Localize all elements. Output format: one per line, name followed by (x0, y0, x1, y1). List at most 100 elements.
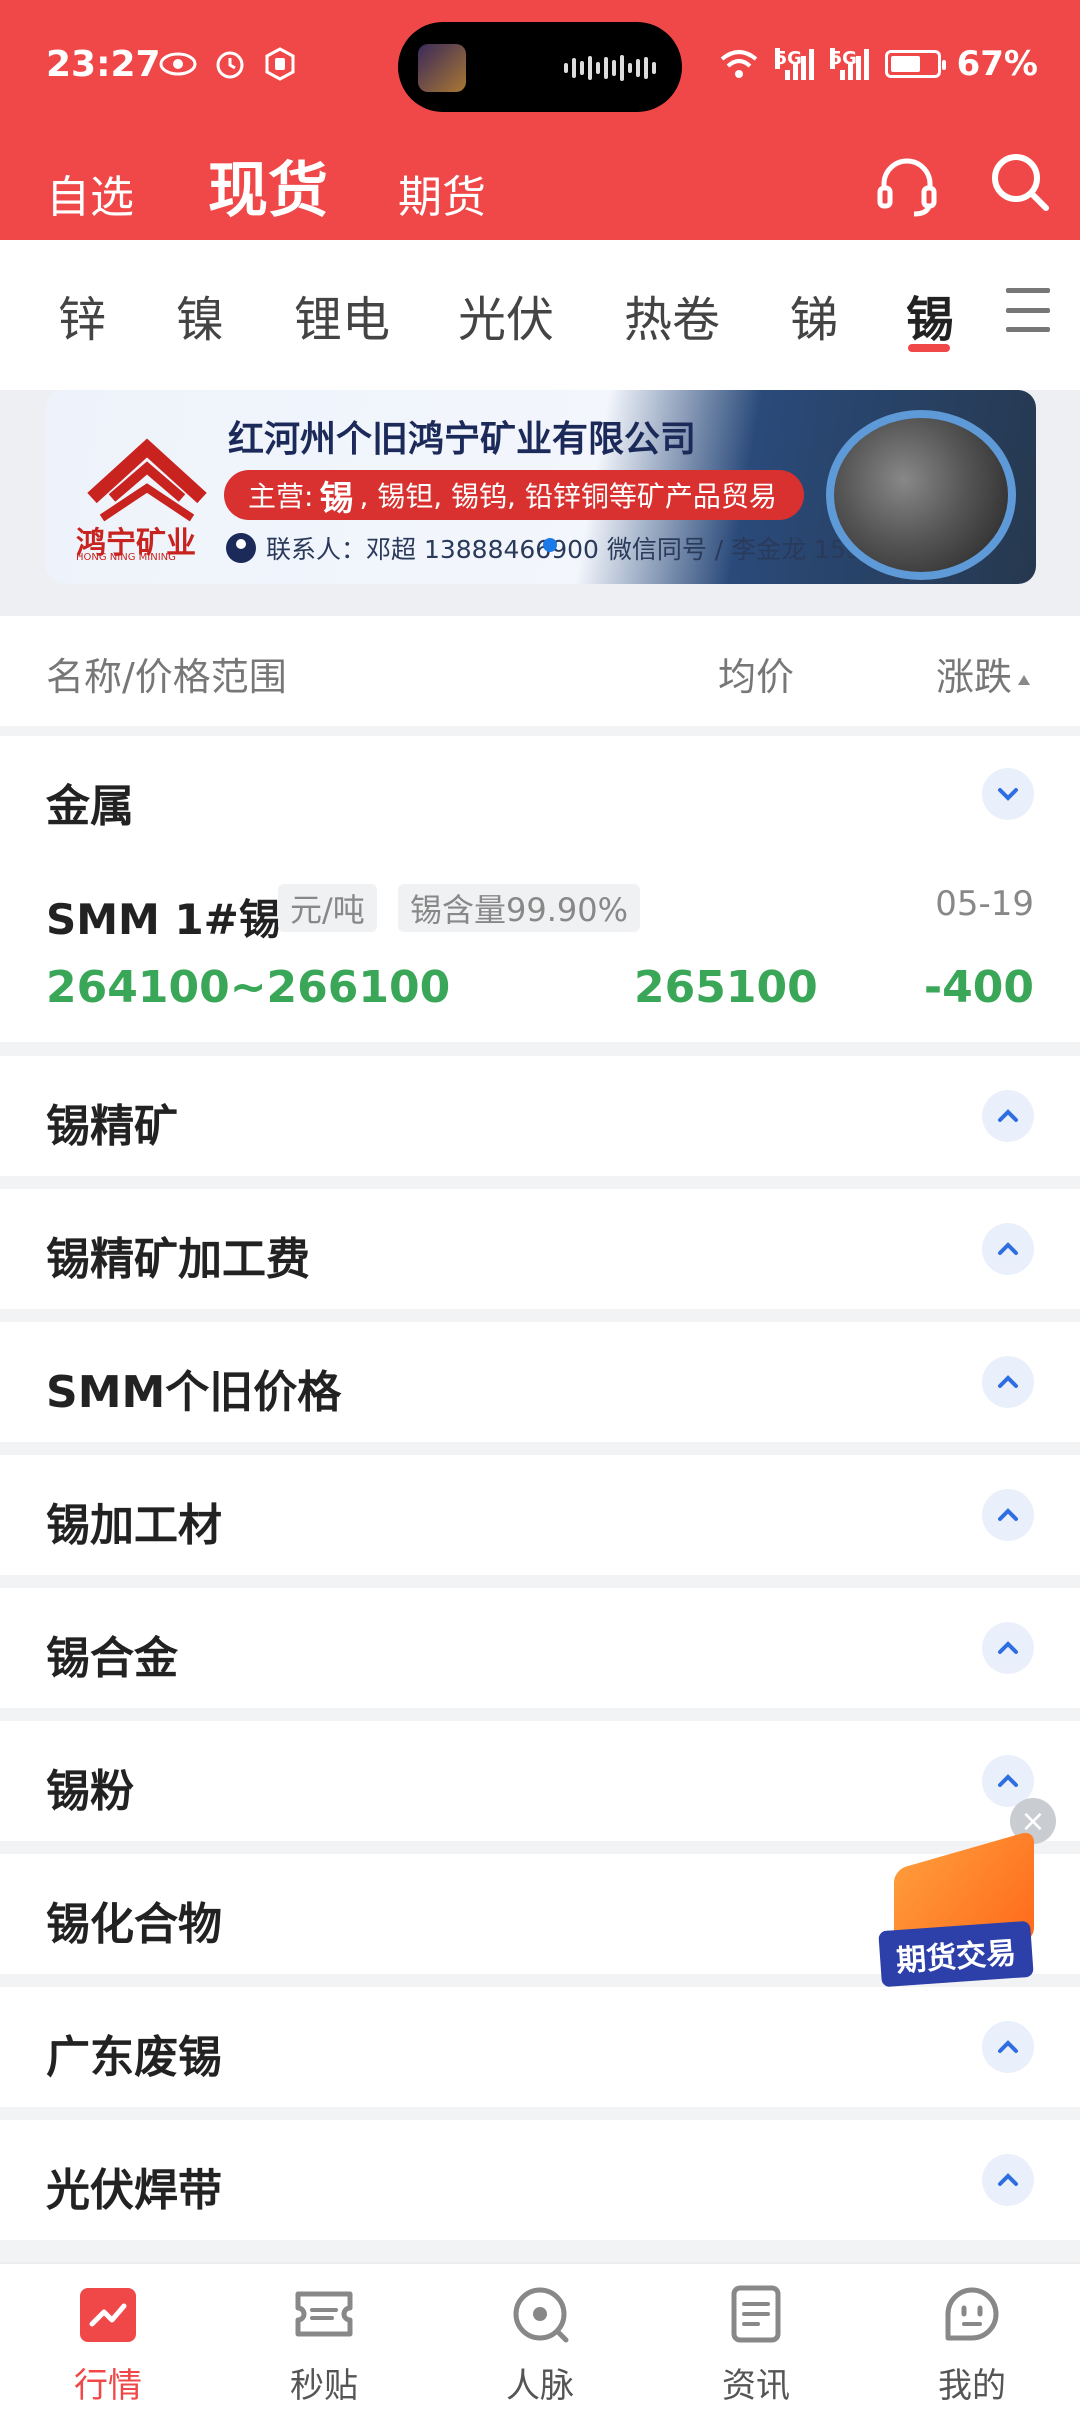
ad-banner[interactable]: 鸿宁矿业 HONG NING MINING 红河州个旧鸿宁矿业有限公司 主营: 锡… (46, 390, 1036, 584)
section-title: 锡精矿 (46, 1101, 178, 1152)
ticket-icon (295, 2291, 353, 2337)
section-title[interactable]: 金属 (46, 770, 134, 834)
section-title: 锡化合物 (46, 1899, 222, 1950)
column-header: 名称/价格范围 均价 涨跌 (0, 616, 1080, 726)
category-tab-tin[interactable]: 锡 (906, 240, 954, 390)
column-avg: 均价 (718, 655, 795, 699)
eye-icon (159, 52, 197, 76)
contact-person-icon (226, 533, 256, 563)
battery-icon (884, 50, 946, 78)
category-tab-lithium[interactable]: 锂电 (294, 240, 390, 390)
chart-trend-icon (80, 2288, 136, 2342)
status-right: 5G 5G 67% (719, 44, 1038, 84)
chevron-up-icon[interactable] (982, 2021, 1034, 2073)
price-change: -400 (923, 962, 1034, 1013)
carousel-indicator (543, 538, 557, 552)
chevron-up-icon[interactable] (982, 1622, 1034, 1674)
category-tab-zinc[interactable]: 锌 (58, 240, 106, 390)
column-change[interactable]: 涨跌 (936, 646, 1031, 701)
section-title: 锡加工材 (46, 1500, 222, 1551)
sort-icon (1018, 674, 1031, 685)
nav-label: 资讯 (722, 2366, 790, 2406)
nav-network[interactable]: 人脉 (432, 2264, 648, 2412)
wifi-icon (720, 50, 757, 78)
category-tabs: 锌 镍 锂电 光伏 热卷 锑 锡 (0, 240, 1080, 390)
section-title: 光伏焊带 (46, 2165, 222, 2216)
main-highlight: 锡 (319, 478, 354, 519)
nav-label: 行情 (74, 2366, 142, 2406)
tab-spot[interactable]: 现货 (208, 130, 328, 240)
nav-quick-post[interactable]: 秒贴 (216, 2264, 432, 2412)
section-guangdong-scrap-tin[interactable]: 广东废锡 (0, 1987, 1080, 2107)
hand-icon (265, 47, 295, 81)
section-tin-alloy[interactable]: 锡合金 (0, 1588, 1080, 1708)
section-tin-concentrate[interactable]: 锡精矿 (0, 1056, 1080, 1176)
section-smm-gejiu[interactable]: SMM个旧价格 (0, 1322, 1080, 1442)
signal-1-icon: 5G (774, 48, 814, 80)
price-item-name[interactable]: SMM 1#锡 (46, 886, 281, 947)
headset-icon[interactable] (872, 152, 942, 222)
section-metal: 金属 SMM 1#锡 元/吨 锡含量99.90% 05-19 264100~26… (0, 736, 1080, 1042)
app-header: 23:27 5G 5G 67% 自选 现货 期货 (0, 0, 1080, 240)
section-title: 广东废锡 (46, 2032, 222, 2083)
banner-main-business: 主营: 锡, 锡钽, 锡钨, 铅锌铜等矿产品贸易 (224, 470, 804, 520)
section-title: 锡粉 (46, 1766, 134, 1817)
main-prefix: 主营: (248, 480, 314, 513)
battery-percent: 67% (956, 44, 1038, 84)
tab-watchlist[interactable]: 自选 (46, 138, 134, 248)
section-pv-ribbon[interactable]: 光伏焊带 (0, 2120, 1080, 2240)
category-tab-antimony[interactable]: 锑 (790, 240, 838, 390)
column-change-label: 涨跌 (936, 655, 1013, 699)
nav-label: 秒贴 (290, 2366, 358, 2406)
media-thumbnail (418, 44, 466, 92)
section-tin-concentrate-fee[interactable]: 锡精矿加工费 (0, 1189, 1080, 1309)
menu-icon[interactable] (1006, 288, 1050, 332)
chevron-up-icon[interactable] (982, 2154, 1034, 2206)
search-icon[interactable] (986, 148, 1056, 218)
status-bar: 23:27 5G 5G 67% (0, 0, 1080, 130)
category-tab-pv[interactable]: 光伏 (458, 240, 554, 390)
nav-market[interactable]: 行情 (0, 2264, 216, 2412)
nav-label: 人脉 (506, 2366, 574, 2406)
section-tin-products[interactable]: 锡加工材 (0, 1455, 1080, 1575)
nav-news[interactable]: 资讯 (648, 2264, 864, 2412)
nav-label: 我的 (938, 2366, 1006, 2406)
network-icon (513, 2287, 569, 2343)
section-title: 锡合金 (46, 1633, 178, 1684)
chevron-up-icon[interactable] (982, 1356, 1034, 1408)
smile-face-icon (945, 2287, 999, 2341)
category-tab-nickel[interactable]: 镍 (176, 240, 224, 390)
chevron-up-icon[interactable] (982, 1489, 1034, 1541)
chevron-down-icon[interactable] (982, 768, 1034, 820)
active-tab-indicator (908, 344, 950, 352)
tin-ore-image (826, 410, 1016, 580)
category-tab-hot-coil[interactable]: 热卷 (624, 240, 720, 390)
dynamic-island[interactable] (398, 22, 682, 112)
chevron-up-icon[interactable] (982, 1090, 1034, 1142)
status-notification-icons (158, 46, 298, 82)
chevron-up-icon[interactable] (982, 1223, 1034, 1275)
banner-area: 鸿宁矿业 HONG NING MINING 红河州个旧鸿宁矿业有限公司 主营: 锡… (0, 390, 1080, 616)
alarm-icon (216, 51, 244, 79)
nav-profile[interactable]: 我的 (864, 2264, 1080, 2412)
tab-futures[interactable]: 期货 (398, 138, 486, 248)
column-name: 名称/价格范围 (46, 655, 287, 699)
logo-subtext: HONG NING MINING (76, 552, 176, 563)
signal-2-icon: 5G (829, 48, 869, 80)
section-tin-powder[interactable]: 锡粉 (0, 1721, 1080, 1841)
unit-tag: 元/吨 (278, 884, 377, 932)
price-date: 05-19 (935, 884, 1034, 924)
header-nav: 自选 现货 期货 (0, 130, 1080, 240)
section-title: SMM个旧价格 (46, 1367, 342, 1418)
price-range: 264100~266100 (46, 962, 451, 1013)
futures-trading-float[interactable]: 期货交易 (878, 1829, 1040, 1990)
main-rest: , 锡钽, 锡钨, 铅锌铜等矿产品贸易 (359, 480, 777, 513)
bottom-nav: 行情 秒贴 人脉 资讯 我的 (0, 2262, 1080, 2412)
section-title: 锡精矿加工费 (46, 1234, 310, 1285)
status-time: 23:27 (46, 44, 161, 85)
price-avg: 265100 (634, 962, 818, 1013)
float-label: 期货交易 (878, 1920, 1034, 1988)
battery-level (890, 56, 920, 72)
document-icon (731, 2285, 781, 2343)
content-tag: 锡含量99.90% (398, 884, 641, 932)
